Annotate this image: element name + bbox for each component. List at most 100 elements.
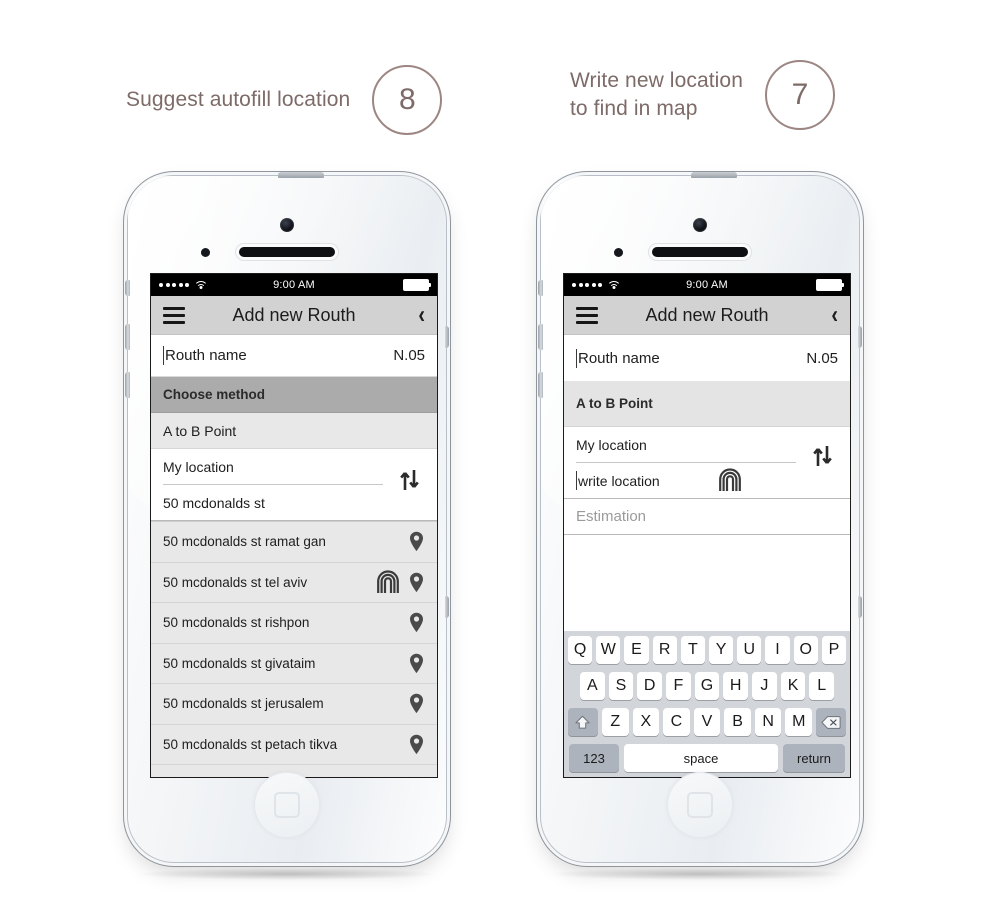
key-j[interactable]: J bbox=[752, 672, 777, 700]
power-button[interactable] bbox=[278, 172, 324, 178]
suggestion-icons bbox=[408, 653, 425, 674]
phone-drop-shadow bbox=[140, 868, 434, 880]
phone-mockup-left: 9:00 AM Add new Routh ‹ Routh name N.05 … bbox=[122, 172, 452, 880]
return-key[interactable]: return bbox=[783, 744, 845, 772]
suggestion-label: 50 mcdonalds st rishpon bbox=[163, 615, 310, 631]
phone-mockup-right: 9:00 AM Add new Routh ‹ Routh name N.05 … bbox=[535, 172, 865, 880]
destination-field[interactable]: write location bbox=[564, 446, 850, 499]
status-bar-time: 9:00 AM bbox=[686, 279, 728, 291]
key-d[interactable]: D bbox=[637, 672, 662, 700]
map-pin-icon[interactable] bbox=[408, 653, 425, 674]
key-g[interactable]: G bbox=[694, 672, 720, 700]
key-q[interactable]: Q bbox=[567, 636, 593, 664]
fingerprint-tap-icon[interactable] bbox=[376, 569, 400, 596]
proximity-sensor-icon bbox=[201, 248, 210, 257]
key-r[interactable]: R bbox=[652, 636, 677, 664]
key-e[interactable]: E bbox=[624, 636, 649, 664]
estimation-field[interactable]: Estimation bbox=[564, 499, 850, 535]
shift-up-arrow-icon[interactable] bbox=[567, 708, 598, 736]
text-caret bbox=[576, 348, 577, 368]
method-option-a-to-b[interactable]: A to B Point bbox=[151, 413, 437, 449]
key-p[interactable]: P bbox=[821, 636, 847, 664]
earpiece-speaker bbox=[239, 247, 335, 257]
battery-full-icon bbox=[403, 279, 431, 291]
key-m[interactable]: M bbox=[785, 708, 813, 736]
key-f[interactable]: F bbox=[666, 672, 691, 700]
space-key[interactable]: space bbox=[624, 744, 778, 772]
list-item[interactable]: 50 mcdonalds st tel aviv bbox=[151, 563, 437, 603]
home-button[interactable] bbox=[254, 772, 320, 838]
swap-vertical-arrows-icon[interactable] bbox=[812, 442, 834, 468]
key-k[interactable]: K bbox=[780, 672, 806, 700]
page-title: Add new Routh bbox=[232, 304, 356, 325]
route-name-field[interactable]: Routh name N.05 bbox=[151, 335, 437, 377]
key-u[interactable]: U bbox=[737, 636, 762, 664]
list-item[interactable]: 50 mcdonalds st rishpon bbox=[151, 603, 437, 644]
volume-down-button[interactable] bbox=[125, 372, 130, 398]
navigation-bar: Add new Routh ‹ bbox=[151, 296, 437, 335]
origin-field[interactable]: My location bbox=[151, 449, 437, 485]
sim-tray-notch bbox=[445, 326, 449, 348]
front-camera-icon bbox=[280, 218, 294, 232]
list-item[interactable]: 50 mcdonalds st givataim bbox=[151, 644, 437, 684]
suggestion-icons bbox=[408, 612, 425, 633]
key-z[interactable]: Z bbox=[601, 708, 629, 736]
phone-drop-shadow bbox=[553, 868, 847, 880]
proximity-sensor-icon bbox=[614, 248, 623, 257]
origin-field[interactable]: My location bbox=[564, 427, 850, 463]
hamburger-menu-icon[interactable] bbox=[576, 306, 598, 324]
home-button[interactable] bbox=[667, 772, 733, 838]
key-t[interactable]: T bbox=[680, 636, 705, 664]
route-name-placeholder: Routh name bbox=[165, 347, 247, 364]
key-n[interactable]: N bbox=[754, 708, 782, 736]
battery-full-icon bbox=[816, 279, 844, 291]
text-caret bbox=[576, 471, 577, 490]
volume-up-button[interactable] bbox=[125, 324, 130, 350]
mute-switch[interactable] bbox=[125, 280, 130, 296]
destination-field[interactable]: 50 mcdonalds st bbox=[151, 470, 437, 521]
chevron-left-icon[interactable]: ‹ bbox=[831, 303, 838, 328]
fingerprint-tap-icon[interactable] bbox=[718, 467, 742, 494]
annotation-callout-8: Suggest autofill location 8 bbox=[126, 65, 443, 135]
sim-tray-notch bbox=[858, 326, 862, 348]
map-pin-icon[interactable] bbox=[408, 612, 425, 633]
autofill-suggestions-list: 50 mcdonalds st ramat gan 50 mcdonalds s… bbox=[151, 521, 437, 777]
chevron-left-icon[interactable]: ‹ bbox=[418, 303, 425, 328]
key-o[interactable]: O bbox=[793, 636, 818, 664]
route-name-field[interactable]: Routh name N.05 bbox=[564, 335, 850, 381]
section-label: A to B Point bbox=[576, 396, 653, 411]
key-c[interactable]: C bbox=[663, 708, 690, 736]
key-s[interactable]: S bbox=[608, 672, 634, 700]
key-h[interactable]: H bbox=[723, 672, 749, 700]
power-button[interactable] bbox=[691, 172, 737, 178]
choose-method-header: Choose method bbox=[151, 377, 437, 413]
list-item[interactable]: 50 mcdonalds st ramat gan bbox=[151, 522, 437, 563]
route-name-placeholder: Routh name bbox=[578, 349, 660, 367]
key-y[interactable]: Y bbox=[709, 636, 734, 664]
key-w[interactable]: W bbox=[596, 636, 621, 664]
key-b[interactable]: B bbox=[724, 708, 751, 736]
key-x[interactable]: X bbox=[632, 708, 660, 736]
key-a[interactable]: A bbox=[579, 672, 605, 700]
key-l[interactable]: L bbox=[809, 672, 835, 700]
list-item[interactable]: 50 mcdonalds st jerusalem bbox=[151, 684, 437, 725]
volume-up-button[interactable] bbox=[538, 324, 543, 350]
destination-placeholder: write location bbox=[578, 472, 660, 489]
list-item[interactable]: 50 mcdonalds st petach tikva bbox=[151, 725, 437, 765]
key-v[interactable]: V bbox=[693, 708, 721, 736]
swap-vertical-arrows-icon[interactable] bbox=[399, 466, 421, 492]
map-pin-icon[interactable] bbox=[408, 693, 425, 714]
suggestion-icons bbox=[376, 569, 425, 596]
key-i[interactable]: I bbox=[765, 636, 790, 664]
status-bar: 9:00 AM bbox=[564, 274, 850, 296]
numbers-key[interactable]: 123 bbox=[569, 744, 619, 772]
phone-body: 9:00 AM Add new Routh ‹ Routh name N.05 … bbox=[538, 172, 862, 862]
backspace-delete-icon[interactable] bbox=[816, 708, 847, 736]
hamburger-menu-icon[interactable] bbox=[163, 306, 185, 324]
map-pin-icon[interactable] bbox=[408, 734, 425, 755]
map-pin-icon[interactable] bbox=[408, 531, 425, 552]
phone-screen-right: 9:00 AM Add new Routh ‹ Routh name N.05 … bbox=[564, 274, 850, 777]
volume-down-button[interactable] bbox=[538, 372, 543, 398]
mute-switch[interactable] bbox=[538, 280, 543, 296]
map-pin-icon[interactable] bbox=[408, 572, 425, 593]
